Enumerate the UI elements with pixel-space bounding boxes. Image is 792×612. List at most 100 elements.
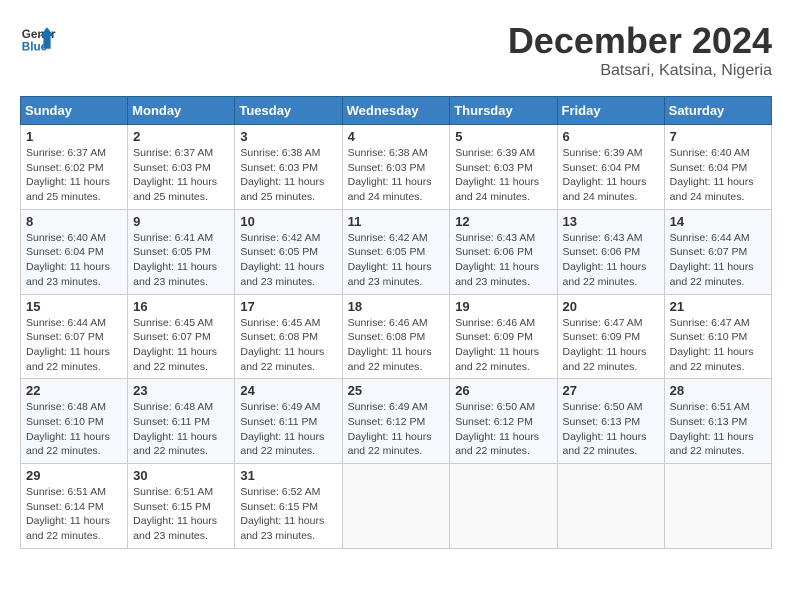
- col-header-sunday: Sunday: [21, 97, 128, 125]
- calendar-cell: 21 Sunrise: 6:47 AM Sunset: 6:10 PM Dayli…: [664, 294, 771, 379]
- calendar-cell: 26Sunrise: 6:50 AM Sunset: 6:12 PM Dayli…: [450, 379, 557, 464]
- day-info: Sunrise: 6:40 AM Sunset: 6:04 PM Dayligh…: [670, 146, 766, 205]
- calendar-cell: 25Sunrise: 6:49 AM Sunset: 6:12 PM Dayli…: [342, 379, 450, 464]
- calendar-cell: 12 Sunrise: 6:43 AM Sunset: 6:06 PM Dayli…: [450, 209, 557, 294]
- day-number: 5: [455, 129, 551, 144]
- calendar-cell: [557, 464, 664, 549]
- day-info: Sunrise: 6:38 AM Sunset: 6:03 PM Dayligh…: [348, 146, 445, 205]
- day-number: 4: [348, 129, 445, 144]
- day-info: Sunrise: 6:39 AM Sunset: 6:03 PM Dayligh…: [455, 146, 551, 205]
- day-info: Sunrise: 6:50 AM Sunset: 6:12 PM Dayligh…: [455, 400, 551, 459]
- calendar-cell: 3 Sunrise: 6:38 AM Sunset: 6:03 PM Daylig…: [235, 125, 342, 210]
- day-number: 31: [240, 468, 336, 483]
- calendar-cell: 4 Sunrise: 6:38 AM Sunset: 6:03 PM Daylig…: [342, 125, 450, 210]
- day-info: Sunrise: 6:51 AM Sunset: 6:13 PM Dayligh…: [670, 400, 766, 459]
- day-number: 29: [26, 468, 122, 483]
- day-number: 17: [240, 299, 336, 314]
- day-number: 28: [670, 383, 766, 398]
- calendar-cell: 22 Sunrise: 6:48 AM Sunset: 6:10 PM Dayli…: [21, 379, 128, 464]
- day-number: 13: [563, 214, 659, 229]
- col-header-wednesday: Wednesday: [342, 97, 450, 125]
- day-number: 19: [455, 299, 551, 314]
- day-info: Sunrise: 6:49 AM Sunset: 6:11 PM Dayligh…: [240, 400, 336, 459]
- calendar-cell: [450, 464, 557, 549]
- day-number: 12: [455, 214, 551, 229]
- day-info: Sunrise: 6:51 AM Sunset: 6:15 PM Dayligh…: [133, 485, 229, 544]
- day-info: Sunrise: 6:44 AM Sunset: 6:07 PM Dayligh…: [26, 316, 122, 375]
- day-number: 3: [240, 129, 336, 144]
- day-number: 11: [348, 214, 445, 229]
- calendar-table: SundayMondayTuesdayWednesdayThursdayFrid…: [20, 96, 772, 549]
- day-number: 1: [26, 129, 122, 144]
- day-number: 16: [133, 299, 229, 314]
- day-number: 20: [563, 299, 659, 314]
- calendar-week-4: 22 Sunrise: 6:48 AM Sunset: 6:10 PM Dayli…: [21, 379, 772, 464]
- day-info: Sunrise: 6:46 AM Sunset: 6:09 PM Dayligh…: [455, 316, 551, 375]
- day-info: Sunrise: 6:40 AM Sunset: 6:04 PM Dayligh…: [26, 231, 122, 290]
- day-number: 9: [133, 214, 229, 229]
- logo-icon: General Blue: [20, 20, 56, 56]
- calendar-cell: 19 Sunrise: 6:46 AM Sunset: 6:09 PM Dayli…: [450, 294, 557, 379]
- calendar-cell: 27 Sunrise: 6:50 AM Sunset: 6:13 PM Dayli…: [557, 379, 664, 464]
- calendar-week-3: 15Sunrise: 6:44 AM Sunset: 6:07 PM Dayli…: [21, 294, 772, 379]
- calendar-cell: 17Sunrise: 6:45 AM Sunset: 6:08 PM Dayli…: [235, 294, 342, 379]
- calendar-week-5: 29 Sunrise: 6:51 AM Sunset: 6:14 PM Dayli…: [21, 464, 772, 549]
- day-info: Sunrise: 6:38 AM Sunset: 6:03 PM Dayligh…: [240, 146, 336, 205]
- col-header-tuesday: Tuesday: [235, 97, 342, 125]
- day-info: Sunrise: 6:45 AM Sunset: 6:07 PM Dayligh…: [133, 316, 229, 375]
- calendar-cell: 29 Sunrise: 6:51 AM Sunset: 6:14 PM Dayli…: [21, 464, 128, 549]
- calendar-cell: 5 Sunrise: 6:39 AM Sunset: 6:03 PM Daylig…: [450, 125, 557, 210]
- calendar-cell: 24 Sunrise: 6:49 AM Sunset: 6:11 PM Dayli…: [235, 379, 342, 464]
- day-number: 7: [670, 129, 766, 144]
- day-info: Sunrise: 6:51 AM Sunset: 6:14 PM Dayligh…: [26, 485, 122, 544]
- day-number: 8: [26, 214, 122, 229]
- calendar-cell: 31 Sunrise: 6:52 AM Sunset: 6:15 PM Dayli…: [235, 464, 342, 549]
- calendar-cell: 11 Sunrise: 6:42 AM Sunset: 6:05 PM Dayli…: [342, 209, 450, 294]
- day-number: 10: [240, 214, 336, 229]
- calendar-cell: [664, 464, 771, 549]
- month-title: December 2024: [508, 20, 772, 62]
- day-info: Sunrise: 6:43 AM Sunset: 6:06 PM Dayligh…: [455, 231, 551, 290]
- calendar-cell: 18 Sunrise: 6:46 AM Sunset: 6:08 PM Dayli…: [342, 294, 450, 379]
- day-info: Sunrise: 6:42 AM Sunset: 6:05 PM Dayligh…: [240, 231, 336, 290]
- day-number: 27: [563, 383, 659, 398]
- col-header-thursday: Thursday: [450, 97, 557, 125]
- calendar-cell: 13 Sunrise: 6:43 AM Sunset: 6:06 PM Dayli…: [557, 209, 664, 294]
- calendar-week-2: 8 Sunrise: 6:40 AM Sunset: 6:04 PM Daylig…: [21, 209, 772, 294]
- day-number: 18: [348, 299, 445, 314]
- day-info: Sunrise: 6:48 AM Sunset: 6:10 PM Dayligh…: [26, 400, 122, 459]
- day-info: Sunrise: 6:52 AM Sunset: 6:15 PM Dayligh…: [240, 485, 336, 544]
- calendar-week-1: 1 Sunrise: 6:37 AM Sunset: 6:02 PM Daylig…: [21, 125, 772, 210]
- day-info: Sunrise: 6:37 AM Sunset: 6:02 PM Dayligh…: [26, 146, 122, 205]
- calendar-cell: 7 Sunrise: 6:40 AM Sunset: 6:04 PM Daylig…: [664, 125, 771, 210]
- col-header-monday: Monday: [128, 97, 235, 125]
- day-number: 22: [26, 383, 122, 398]
- calendar-cell: 2 Sunrise: 6:37 AM Sunset: 6:03 PM Daylig…: [128, 125, 235, 210]
- calendar-cell: 15Sunrise: 6:44 AM Sunset: 6:07 PM Dayli…: [21, 294, 128, 379]
- day-info: Sunrise: 6:42 AM Sunset: 6:05 PM Dayligh…: [348, 231, 445, 290]
- calendar-cell: 6 Sunrise: 6:39 AM Sunset: 6:04 PM Daylig…: [557, 125, 664, 210]
- day-info: Sunrise: 6:47 AM Sunset: 6:09 PM Dayligh…: [563, 316, 659, 375]
- day-info: Sunrise: 6:39 AM Sunset: 6:04 PM Dayligh…: [563, 146, 659, 205]
- day-number: 23: [133, 383, 229, 398]
- day-number: 6: [563, 129, 659, 144]
- day-info: Sunrise: 6:41 AM Sunset: 6:05 PM Dayligh…: [133, 231, 229, 290]
- day-number: 21: [670, 299, 766, 314]
- day-info: Sunrise: 6:46 AM Sunset: 6:08 PM Dayligh…: [348, 316, 445, 375]
- calendar-cell: 23Sunrise: 6:48 AM Sunset: 6:11 PM Dayli…: [128, 379, 235, 464]
- day-info: Sunrise: 6:37 AM Sunset: 6:03 PM Dayligh…: [133, 146, 229, 205]
- calendar-cell: 10 Sunrise: 6:42 AM Sunset: 6:05 PM Dayli…: [235, 209, 342, 294]
- col-header-friday: Friday: [557, 97, 664, 125]
- calendar-cell: 20 Sunrise: 6:47 AM Sunset: 6:09 PM Dayli…: [557, 294, 664, 379]
- day-number: 24: [240, 383, 336, 398]
- calendar-header: SundayMondayTuesdayWednesdayThursdayFrid…: [21, 97, 772, 125]
- day-info: Sunrise: 6:47 AM Sunset: 6:10 PM Dayligh…: [670, 316, 766, 375]
- calendar-cell: 16 Sunrise: 6:45 AM Sunset: 6:07 PM Dayli…: [128, 294, 235, 379]
- calendar-cell: 1 Sunrise: 6:37 AM Sunset: 6:02 PM Daylig…: [21, 125, 128, 210]
- calendar-cell: 30Sunrise: 6:51 AM Sunset: 6:15 PM Dayli…: [128, 464, 235, 549]
- day-info: Sunrise: 6:50 AM Sunset: 6:13 PM Dayligh…: [563, 400, 659, 459]
- day-number: 2: [133, 129, 229, 144]
- day-number: 25: [348, 383, 445, 398]
- day-info: Sunrise: 6:43 AM Sunset: 6:06 PM Dayligh…: [563, 231, 659, 290]
- location-subtitle: Batsari, Katsina, Nigeria: [508, 62, 772, 80]
